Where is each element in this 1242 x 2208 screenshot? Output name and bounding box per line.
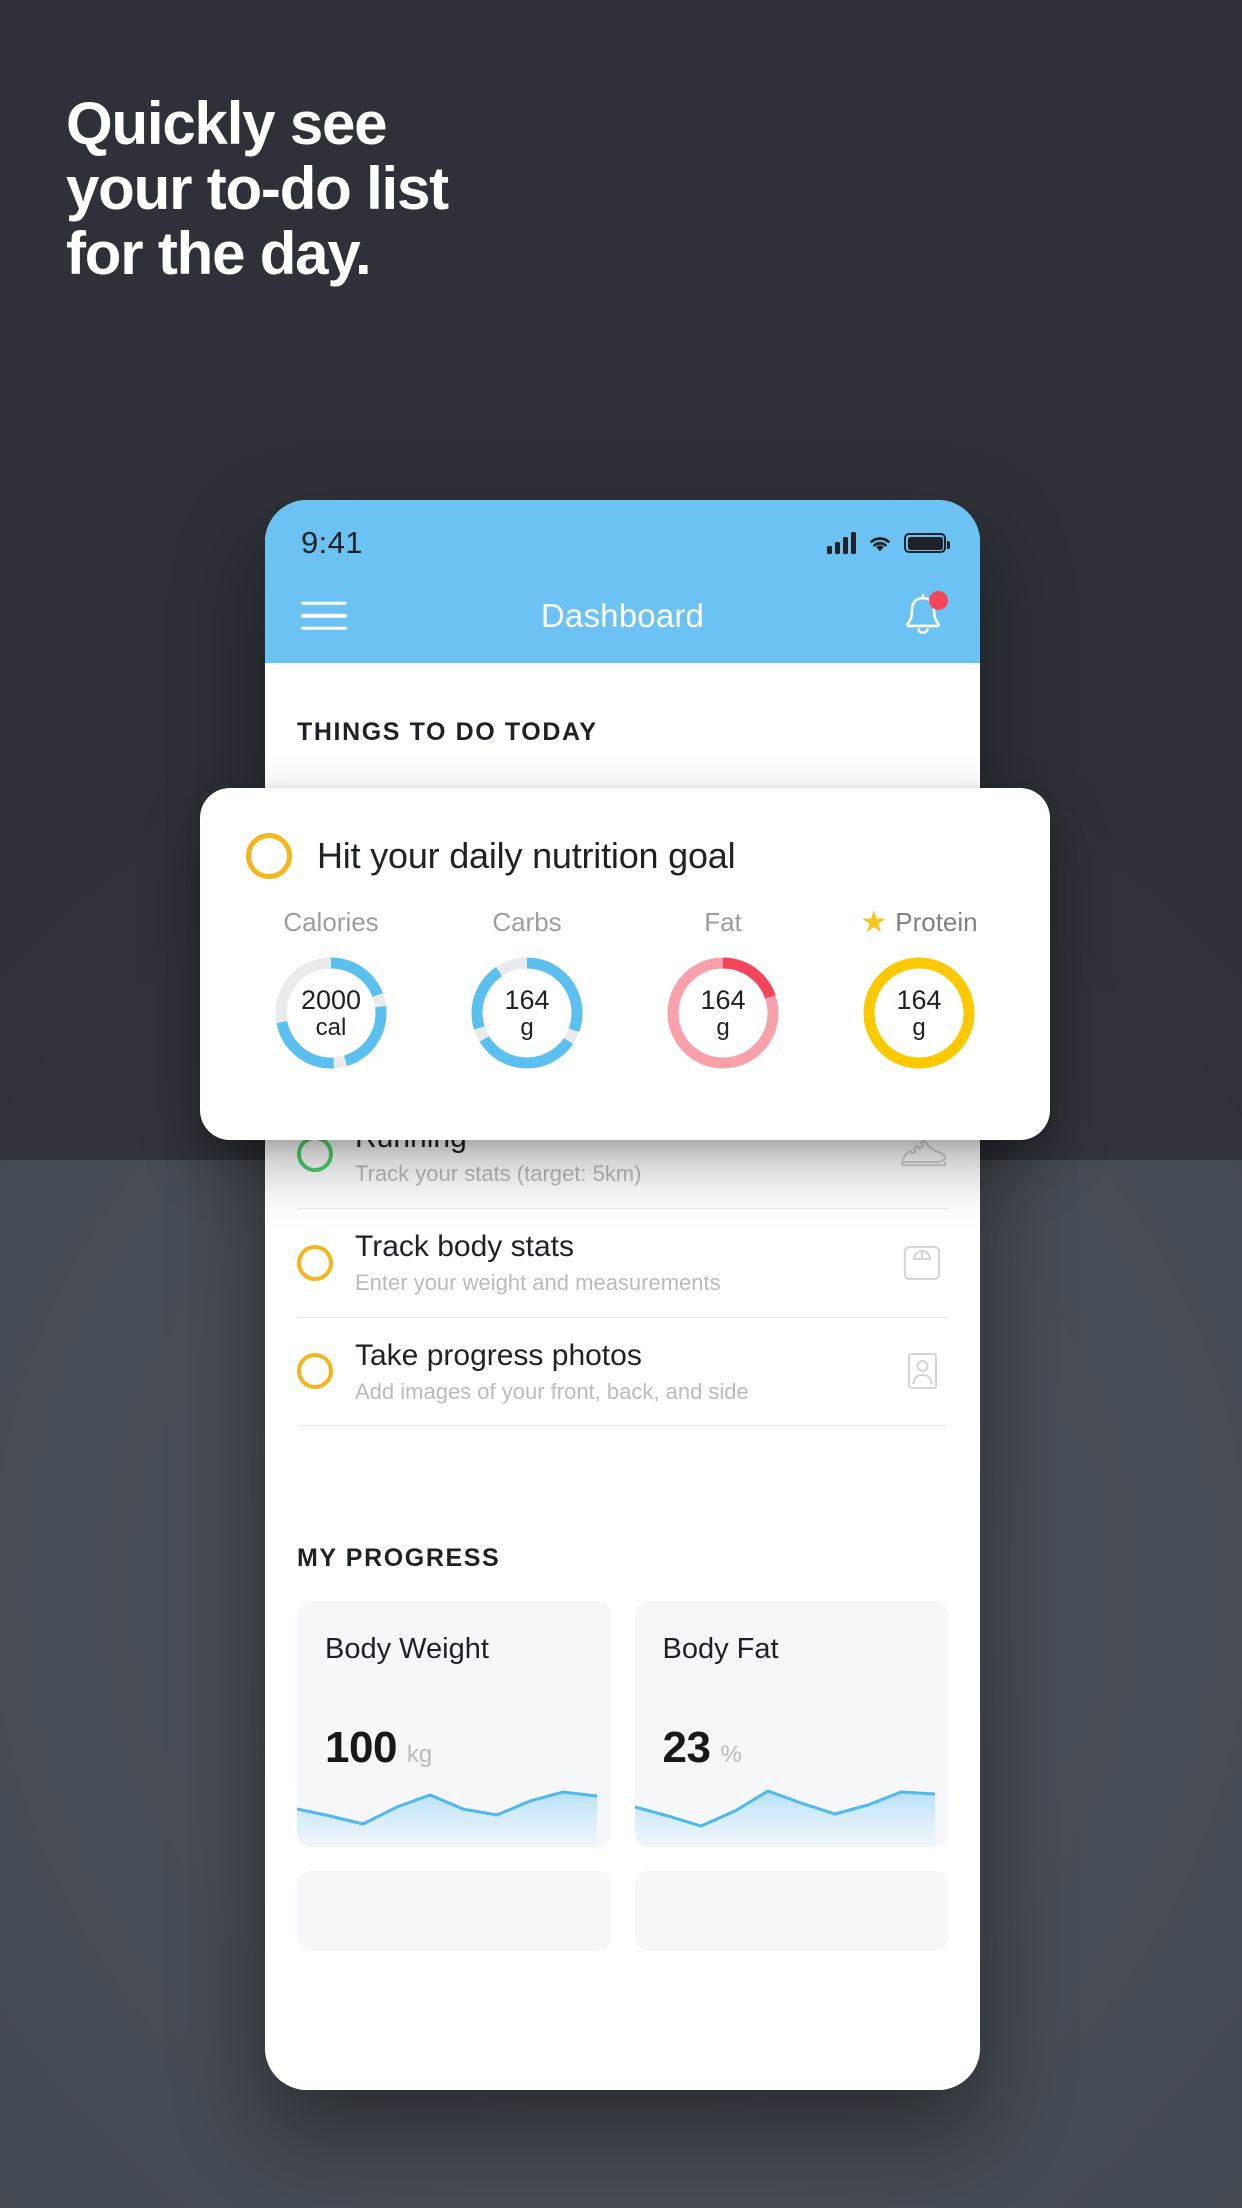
task-text: Track body stats Enter your weight and m… — [355, 1229, 874, 1297]
macro-value: 164 — [700, 985, 746, 1016]
task-status-ring-icon[interactable] — [297, 1353, 333, 1390]
macro-label: Carbs — [492, 907, 562, 937]
nav-bar: Dashboard — [265, 568, 980, 663]
person-photo-icon — [896, 1345, 948, 1397]
battery-icon — [904, 533, 950, 553]
nutrition-card-header: Hit your daily nutrition goal — [200, 788, 1050, 879]
macro-ring-row: Calories 2000 cal Carbs 164 g Fat 164 g … — [200, 879, 1050, 1074]
progress-card-body-weight[interactable]: Body Weight 100 kg — [297, 1601, 611, 1848]
status-time: 9:41 — [301, 525, 363, 560]
macro-carbs[interactable]: Carbs 164 g — [438, 907, 616, 1074]
status-icons — [827, 532, 950, 554]
headline-line-2: your to-do list — [66, 154, 449, 222]
task-status-ring-icon[interactable] — [297, 1135, 333, 1172]
task-text: Take progress photos Add images of your … — [355, 1338, 874, 1406]
macro-donut-protein: 164 g — [858, 952, 980, 1074]
macro-value: 2000 — [300, 985, 362, 1016]
macro-value: 164 — [896, 985, 942, 1016]
page-title: Dashboard — [540, 596, 705, 634]
macro-unit: g — [912, 1013, 926, 1041]
section-header-my-progress: MY PROGRESS — [297, 1544, 501, 1573]
progress-card-grid: Body Weight 100 kg Body Fat 23 % — [265, 1601, 980, 1952]
macro-unit: g — [716, 1013, 730, 1041]
star-icon: ★ — [860, 905, 888, 939]
list-item[interactable]: Take progress photos Add images of your … — [297, 1318, 948, 1427]
task-title: Track body stats — [355, 1229, 574, 1263]
progress-card-partial[interactable] — [297, 1871, 611, 1952]
wifi-icon — [867, 533, 893, 554]
task-subtitle: Track your stats (target: 5km) — [355, 1161, 642, 1187]
macro-donut-center: 164 g — [662, 952, 784, 1074]
macro-donut-center: 2000 cal — [270, 952, 392, 1074]
notification-badge — [929, 590, 948, 610]
macro-donut-calories: 2000 cal — [270, 952, 392, 1074]
progress-card-title: Body Fat — [662, 1633, 779, 1666]
progress-card-body-fat[interactable]: Body Fat 23 % — [634, 1601, 948, 1848]
promo-headline: Quickly see your to-do list for the day. — [66, 90, 449, 287]
cellular-signal-icon — [827, 532, 856, 554]
task-subtitle: Add images of your front, back, and side — [355, 1378, 749, 1404]
macro-donut-center: 164 g — [466, 952, 588, 1074]
app-bar: 9:41 Dashboard — [265, 500, 980, 663]
section-header-things-to-do: THINGS TO DO TODAY — [297, 718, 598, 746]
headline-line-3: for the day. — [66, 219, 372, 287]
macro-label: Calories — [283, 907, 379, 937]
nutrition-goal-card[interactable]: Hit your daily nutrition goal Calories 2… — [200, 788, 1050, 1140]
macro-unit: cal — [315, 1013, 347, 1041]
headline-line-1: Quickly see — [66, 90, 388, 157]
macro-label: Protein — [895, 907, 978, 937]
macro-label: Fat — [704, 907, 742, 937]
macro-protein[interactable]: ★ Protein 164 g — [830, 907, 1008, 1074]
bell-icon[interactable] — [900, 590, 948, 641]
macro-value: 164 — [504, 985, 550, 1016]
macro-calories[interactable]: Calories 2000 cal — [242, 907, 420, 1074]
macro-donut-carbs: 164 g — [466, 952, 588, 1074]
task-status-ring-icon[interactable] — [246, 833, 292, 879]
macro-label-protein: ★ Protein — [830, 907, 1008, 938]
macro-unit: g — [520, 1013, 534, 1041]
nutrition-card-title: Hit your daily nutrition goal — [317, 835, 736, 876]
macro-donut-center: 164 g — [858, 952, 980, 1074]
progress-card-title: Body Weight — [325, 1633, 489, 1666]
progress-card-partial[interactable] — [634, 1871, 948, 1952]
list-item[interactable]: Track body stats Enter your weight and m… — [297, 1209, 948, 1318]
hamburger-icon[interactable] — [301, 592, 347, 639]
task-list: Running Track your stats (target: 5km) T… — [265, 1099, 980, 1427]
macro-donut-fat: 164 g — [662, 952, 784, 1074]
scale-icon — [896, 1237, 948, 1289]
task-title: Take progress photos — [355, 1338, 642, 1372]
task-status-ring-icon[interactable] — [297, 1244, 333, 1281]
macro-fat[interactable]: Fat 164 g — [634, 907, 812, 1074]
task-subtitle: Enter your weight and measurements — [355, 1270, 721, 1296]
sparkline-chart-body-fat — [634, 1789, 935, 1848]
phone-mockup: 9:41 Dashboard THINGS TO DO TODAY Track … — [265, 500, 980, 2090]
status-bar: 9:41 — [265, 500, 980, 568]
sparkline-chart-body-weight — [297, 1790, 597, 1848]
